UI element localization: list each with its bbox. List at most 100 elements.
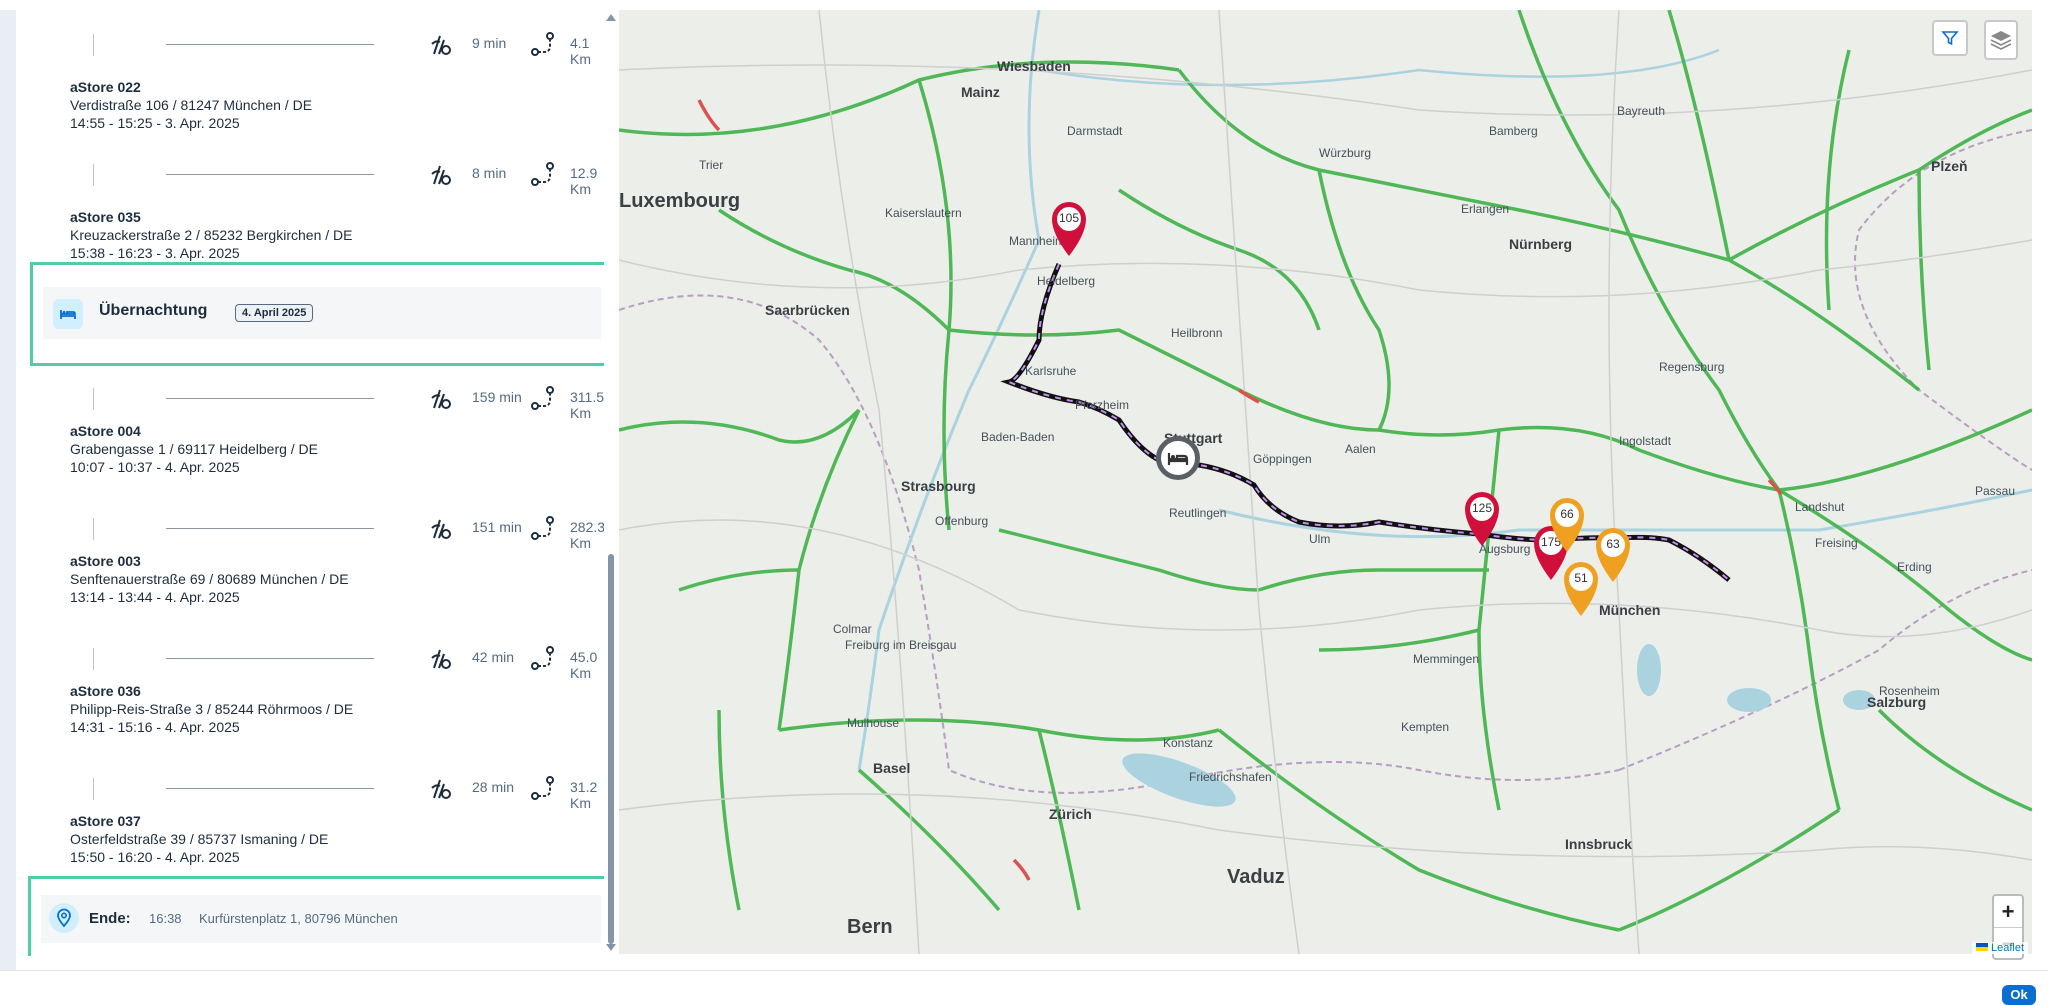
end-address: Kurfürstenplatz 1, 80796 München [199,911,398,926]
route-list-scrollbar[interactable] [604,10,618,956]
map-label: Innsbruck [1565,836,1632,852]
map-label: Heidelberg [1037,274,1096,288]
map-label: Bayreuth [1617,104,1666,118]
map-label: Plzeň [1931,158,1968,174]
route-list-panel: 9 min 4.1 Km aStore 022 Verdistraße 106 … [16,10,618,956]
attribution-link[interactable]: Leaflet [1991,942,2024,954]
stop-address: Senftenauerstraße 69 / 80689 München / D… [70,571,349,587]
leg-duration: 42 min [472,649,515,665]
map-label: Heilbronn [1171,326,1223,340]
map-label: Bamberg [1489,124,1538,138]
map-label: Memmingen [1413,652,1480,666]
scrollbar-thumb[interactable] [608,554,614,944]
stop-name: aStore 035 [70,209,141,225]
overnight-title: Übernachtung [99,302,208,319]
map-label: Freising [1815,536,1858,550]
filter-icon [1941,31,1959,46]
map-label: Passau [1975,484,2016,498]
driving-time-icon [431,519,451,539]
driving-time-icon [431,35,451,55]
end-label: Ende: [89,910,131,927]
stop-time: 14:31 - 15:16 - 4. Apr. 2025 [70,719,240,735]
scroll-down-arrow-icon[interactable] [606,944,616,951]
stop-item[interactable]: aStore 003 Senftenauerstraße 69 / 80689 … [70,552,590,606]
overnight-date-badge: 4. April 2025 [235,304,314,322]
map-label: Reutlingen [1169,506,1227,520]
leg-row: 151 min 282.3 Km [70,510,610,551]
map-marker[interactable]: 105 [1048,198,1090,258]
ok-button[interactable]: Ok [2002,985,2036,1005]
stop-time: 15:50 - 16:20 - 4. Apr. 2025 [70,849,240,865]
leg-tick [93,388,94,410]
leg-tick [93,164,94,186]
leg-divider [166,658,374,659]
leg-tick [93,778,94,800]
map-label: Kaiserslautern [885,206,962,220]
stop-name: aStore 004 [70,423,141,439]
map-label: Bern [847,916,893,938]
stop-address: Philipp-Reis-Straße 3 / 85244 Röhrmoos /… [70,701,354,717]
map-label: Trier [699,158,724,172]
zoom-in-button[interactable]: + [1994,896,2022,928]
scroll-up-arrow-icon[interactable] [606,14,616,21]
map-label: Konstanz [1163,736,1214,750]
stop-address: Verdistraße 106 / 81247 München / DE [70,97,313,113]
route-map[interactable]: Luxembourg Vaduz Bern Mainz Wiesbaden Sa… [619,10,2032,954]
stop-item[interactable]: aStore 022 Verdistraße 106 / 81247 Münch… [70,78,590,132]
map-label: Regensburg [1659,360,1725,374]
map-label: München [1599,602,1661,618]
map-label: Ingolstadt [1619,434,1672,448]
map-label: Offenburg [935,514,989,528]
map-label: Wiesbaden [997,58,1071,74]
map-label: Erlangen [1461,202,1510,216]
flag-icon [1975,943,1988,951]
map-label: Mainz [961,84,1000,100]
stop-item[interactable]: aStore 004 Grabengasse 1 / 69117 Heidelb… [70,422,590,476]
leg-tick [93,34,94,56]
route-list: 9 min 4.1 Km aStore 022 Verdistraße 106 … [38,10,605,956]
layers-button[interactable] [1984,20,2018,60]
map-label: Rosenheim [1879,684,1940,698]
stop-address: Kreuzackerstraße 2 / 85232 Bergkirchen /… [70,227,353,243]
overnight-section[interactable]: Übernachtung 4. April 2025 [30,262,616,366]
map-marker[interactable]: 51 [1560,558,1602,618]
map-label: Colmar [833,622,872,636]
distance-icon [531,32,554,56]
marker-label: 105 [1058,211,1080,225]
map-label: Karlsruhe [1025,364,1077,378]
driving-time-icon [431,165,451,185]
map-label: Göppingen [1253,452,1312,466]
map-label: Darmstadt [1067,124,1123,138]
driving-time-icon [431,779,451,799]
map-label: Saarbrücken [765,302,850,318]
overnight-map-marker[interactable] [1156,436,1200,480]
stop-address: Osterfeldstraße 39 / 85737 Ismaning / DE [70,831,329,847]
stop-item[interactable]: aStore 035 Kreuzackerstraße 2 / 85232 Be… [70,208,590,262]
stop-time: 14:55 - 15:25 - 3. Apr. 2025 [70,115,240,131]
distance-icon [531,776,554,800]
map-label: Mulhouse [847,716,900,730]
map-label: Kempten [1401,720,1450,734]
leg-divider [166,44,374,45]
leg-duration: 8 min [472,165,507,181]
stop-name: aStore 037 [70,813,141,829]
map-label: Friedrichshafen [1189,770,1272,784]
distance-icon [531,646,554,670]
marker-label: 66 [1560,507,1574,521]
filter-button[interactable] [1932,20,1968,56]
map-marker[interactable]: 125 [1461,488,1503,548]
leg-duration: 9 min [472,35,507,51]
map-label: Landshut [1795,500,1845,514]
marker-label: 51 [1574,571,1588,585]
overnight-card: Übernachtung 4. April 2025 [43,287,601,339]
end-section[interactable]: Ende: 16:38 Kurfürstenplatz 1, 80796 Mün… [28,876,616,956]
driving-time-icon [431,649,451,669]
stop-item[interactable]: aStore 037 Osterfeldstraße 39 / 85737 Is… [70,812,590,866]
map-label: Aalen [1345,442,1376,456]
map-marker[interactable]: 66 [1546,494,1588,554]
stop-item[interactable]: aStore 036 Philipp-Reis-Straße 3 / 85244… [70,682,590,736]
map-label: Erding [1897,560,1932,574]
map-attribution[interactable]: Leaflet [1971,942,2028,954]
dialog-footer: Ok [0,970,2048,1005]
map-label: Freiburg im Breisgau [845,638,957,652]
